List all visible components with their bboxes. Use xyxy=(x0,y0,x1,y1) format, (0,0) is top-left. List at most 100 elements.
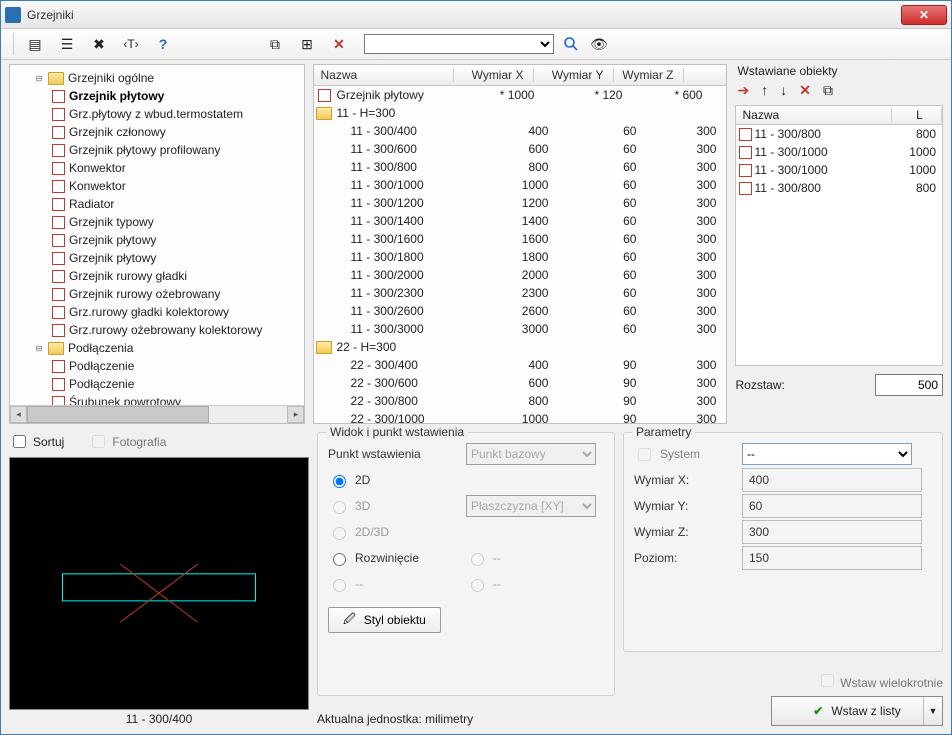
tree-item[interactable]: Grzejnik płytowy xyxy=(16,87,300,105)
window-title: Grzejniki xyxy=(27,8,901,22)
tree-item[interactable]: Grz.rurowy ożebrowany kolektorowy xyxy=(16,321,300,339)
label-2d3d: 2D/3D xyxy=(355,525,389,539)
grid-row[interactable]: 11 - 300/2600260060300 xyxy=(314,302,726,320)
insert-list-row[interactable]: 11 - 300/10001000 xyxy=(736,143,942,161)
insert-list-row[interactable]: 11 - 300/10001000 xyxy=(736,161,942,179)
wz-value xyxy=(742,520,922,544)
object-icon xyxy=(52,324,65,337)
preview-caption: 11 - 300/400 xyxy=(9,712,309,726)
delete-icon[interactable]: ✕ xyxy=(328,33,350,55)
grid-row[interactable]: 11 - 300/80080060300 xyxy=(314,158,726,176)
label-3d: 3D xyxy=(355,499,370,513)
tree-item[interactable]: Radiator xyxy=(16,195,300,213)
system-select[interactable]: -- xyxy=(742,443,912,465)
grid-row[interactable]: 11 - 300/60060060300 xyxy=(314,140,726,158)
close-button[interactable]: ✕ xyxy=(901,5,947,25)
grid-folder-row[interactable]: 22 - H=300 xyxy=(314,338,726,356)
copy-small-icon[interactable]: ⧉ xyxy=(823,82,833,99)
object-icon xyxy=(52,180,65,193)
tree-item[interactable]: Grzejnik typowy xyxy=(16,213,300,231)
tree-item[interactable]: Grz.rurowy gładki kolektorowy xyxy=(16,303,300,321)
unit-label: Aktualna jednostka: milimetry xyxy=(317,704,615,726)
search-input[interactable] xyxy=(364,34,554,54)
object-icon xyxy=(52,144,65,157)
sort-checkbox[interactable]: Sortuj xyxy=(9,432,64,451)
arrow-down-icon[interactable]: ↓ xyxy=(780,82,787,99)
object-icon xyxy=(52,126,65,139)
grid-row[interactable]: 11 - 300/2300230060300 xyxy=(314,284,726,302)
grid-row[interactable]: 22 - 300/40040090300 xyxy=(314,356,726,374)
grid-folder-row[interactable]: 11 - H=300 xyxy=(314,104,726,122)
grid-row[interactable]: Grzejnik płytowy* 1000* 120* 600 xyxy=(314,86,726,104)
insert-col-l[interactable]: L xyxy=(892,108,942,122)
insert-objects-panel: Wstawiane obiekty ➔ ↑ ↓ ✕ ⧉ Nazwa L 11 -… xyxy=(735,64,943,424)
grid-row[interactable]: 11 - 300/1600160060300 xyxy=(314,230,726,248)
style-button[interactable]: 🖉 Styl obiektu xyxy=(328,607,441,633)
app-icon xyxy=(5,7,21,23)
insert-button[interactable]: ✔ Wstaw z listy ▼ xyxy=(771,696,943,726)
tree-item[interactable]: Grzejnik płytowy xyxy=(16,249,300,267)
radio-2d[interactable] xyxy=(333,475,346,488)
radio-3d xyxy=(333,501,346,514)
grid-row[interactable]: 11 - 300/1200120060300 xyxy=(314,194,726,212)
sort-label: Sortuj xyxy=(33,435,64,449)
tree-item[interactable]: Konwektor xyxy=(16,159,300,177)
radio-2d3d xyxy=(333,527,346,540)
insert-dropdown-caret[interactable]: ▼ xyxy=(923,697,942,725)
style-button-label: Styl obiektu xyxy=(364,613,426,627)
tree-item[interactable]: Śrubunek powrotowy xyxy=(16,393,300,405)
tree-item[interactable]: Podłączenie xyxy=(16,357,300,375)
insert-col-name[interactable]: Nazwa xyxy=(736,108,892,122)
grid-row[interactable]: 22 - 300/1000100090300 xyxy=(314,410,726,423)
label-rozw: Rozwinięcie xyxy=(355,551,419,565)
tree-folder[interactable]: ⊟Podłączenia xyxy=(16,339,300,357)
tree-item[interactable]: Grzejnik płytowy profilowany xyxy=(16,141,300,159)
grid-row[interactable]: 22 - 300/60060090300 xyxy=(314,374,726,392)
help-icon[interactable]: ? xyxy=(152,33,174,55)
tools-icon[interactable]: ✖ xyxy=(88,33,110,55)
palette-icon: 🖉 xyxy=(343,610,356,631)
tree-item[interactable]: Grzejnik rurowy gładki xyxy=(16,267,300,285)
grid-row[interactable]: 11 - 300/2000200060300 xyxy=(314,266,726,284)
grid-row[interactable]: 11 - 300/40040060300 xyxy=(314,122,726,140)
grid-row[interactable]: 11 - 300/1000100060300 xyxy=(314,176,726,194)
object-icon xyxy=(52,306,65,319)
object-icon xyxy=(739,146,752,159)
plane-combo: Płaszczyzna [XY] xyxy=(466,495,596,517)
grid-row[interactable]: 11 - 300/1800180060300 xyxy=(314,248,726,266)
binoculars-icon[interactable]: 👁 xyxy=(588,33,610,55)
tree-item[interactable]: Podłączenie xyxy=(16,375,300,393)
grid-row[interactable]: 11 - 300/1400140060300 xyxy=(314,212,726,230)
tree-folder[interactable]: ⊟Grzejniki ogólne xyxy=(16,69,300,87)
punkt-combo: Punkt bazowy xyxy=(466,443,596,465)
search-icon[interactable] xyxy=(560,33,582,55)
properties-icon[interactable]: ▤ xyxy=(24,33,46,55)
tree-item[interactable]: Konwektor xyxy=(16,177,300,195)
tree-item[interactable]: Grzejnik członowy xyxy=(16,123,300,141)
insert-list-row[interactable]: 11 - 300/800800 xyxy=(736,179,942,197)
grid-row[interactable]: 22 - 300/80080090300 xyxy=(314,392,726,410)
tree-item[interactable]: Grzejnik płytowy xyxy=(16,231,300,249)
tree-hscroll[interactable]: ◂▸ xyxy=(10,405,304,423)
radio-rozw[interactable] xyxy=(333,553,346,566)
grid-icon[interactable]: ⊞ xyxy=(296,33,318,55)
tree-item[interactable]: Grz.płytowy z wbud.termostatem xyxy=(16,105,300,123)
wx-value xyxy=(742,468,922,492)
insert-list-row[interactable]: 11 - 300/800800 xyxy=(736,125,942,143)
col-x-header[interactable]: Wymiar X xyxy=(454,68,534,82)
text-icon[interactable]: ‹T› xyxy=(120,33,142,55)
insert-objects-title: Wstawiane obiekty xyxy=(735,64,943,78)
remove-icon[interactable]: ✕ xyxy=(799,82,811,99)
rozstaw-input[interactable] xyxy=(875,374,943,396)
col-name-header[interactable]: Nazwa xyxy=(314,68,454,82)
col-z-header[interactable]: Wymiar Z xyxy=(614,68,684,82)
object-icon xyxy=(52,378,65,391)
grid-row[interactable]: 11 - 300/3000300060300 xyxy=(314,320,726,338)
tree-item[interactable]: Grzejnik rurowy ożebrowany xyxy=(16,285,300,303)
copy-icon[interactable]: ⧉ xyxy=(264,33,286,55)
radio-dash-1 xyxy=(471,553,484,566)
col-y-header[interactable]: Wymiar Y xyxy=(534,68,614,82)
arrow-up-icon[interactable]: ↑ xyxy=(761,82,768,99)
arrow-right-icon[interactable]: ➔ xyxy=(737,82,749,99)
list-icon[interactable]: ☰ xyxy=(56,33,78,55)
